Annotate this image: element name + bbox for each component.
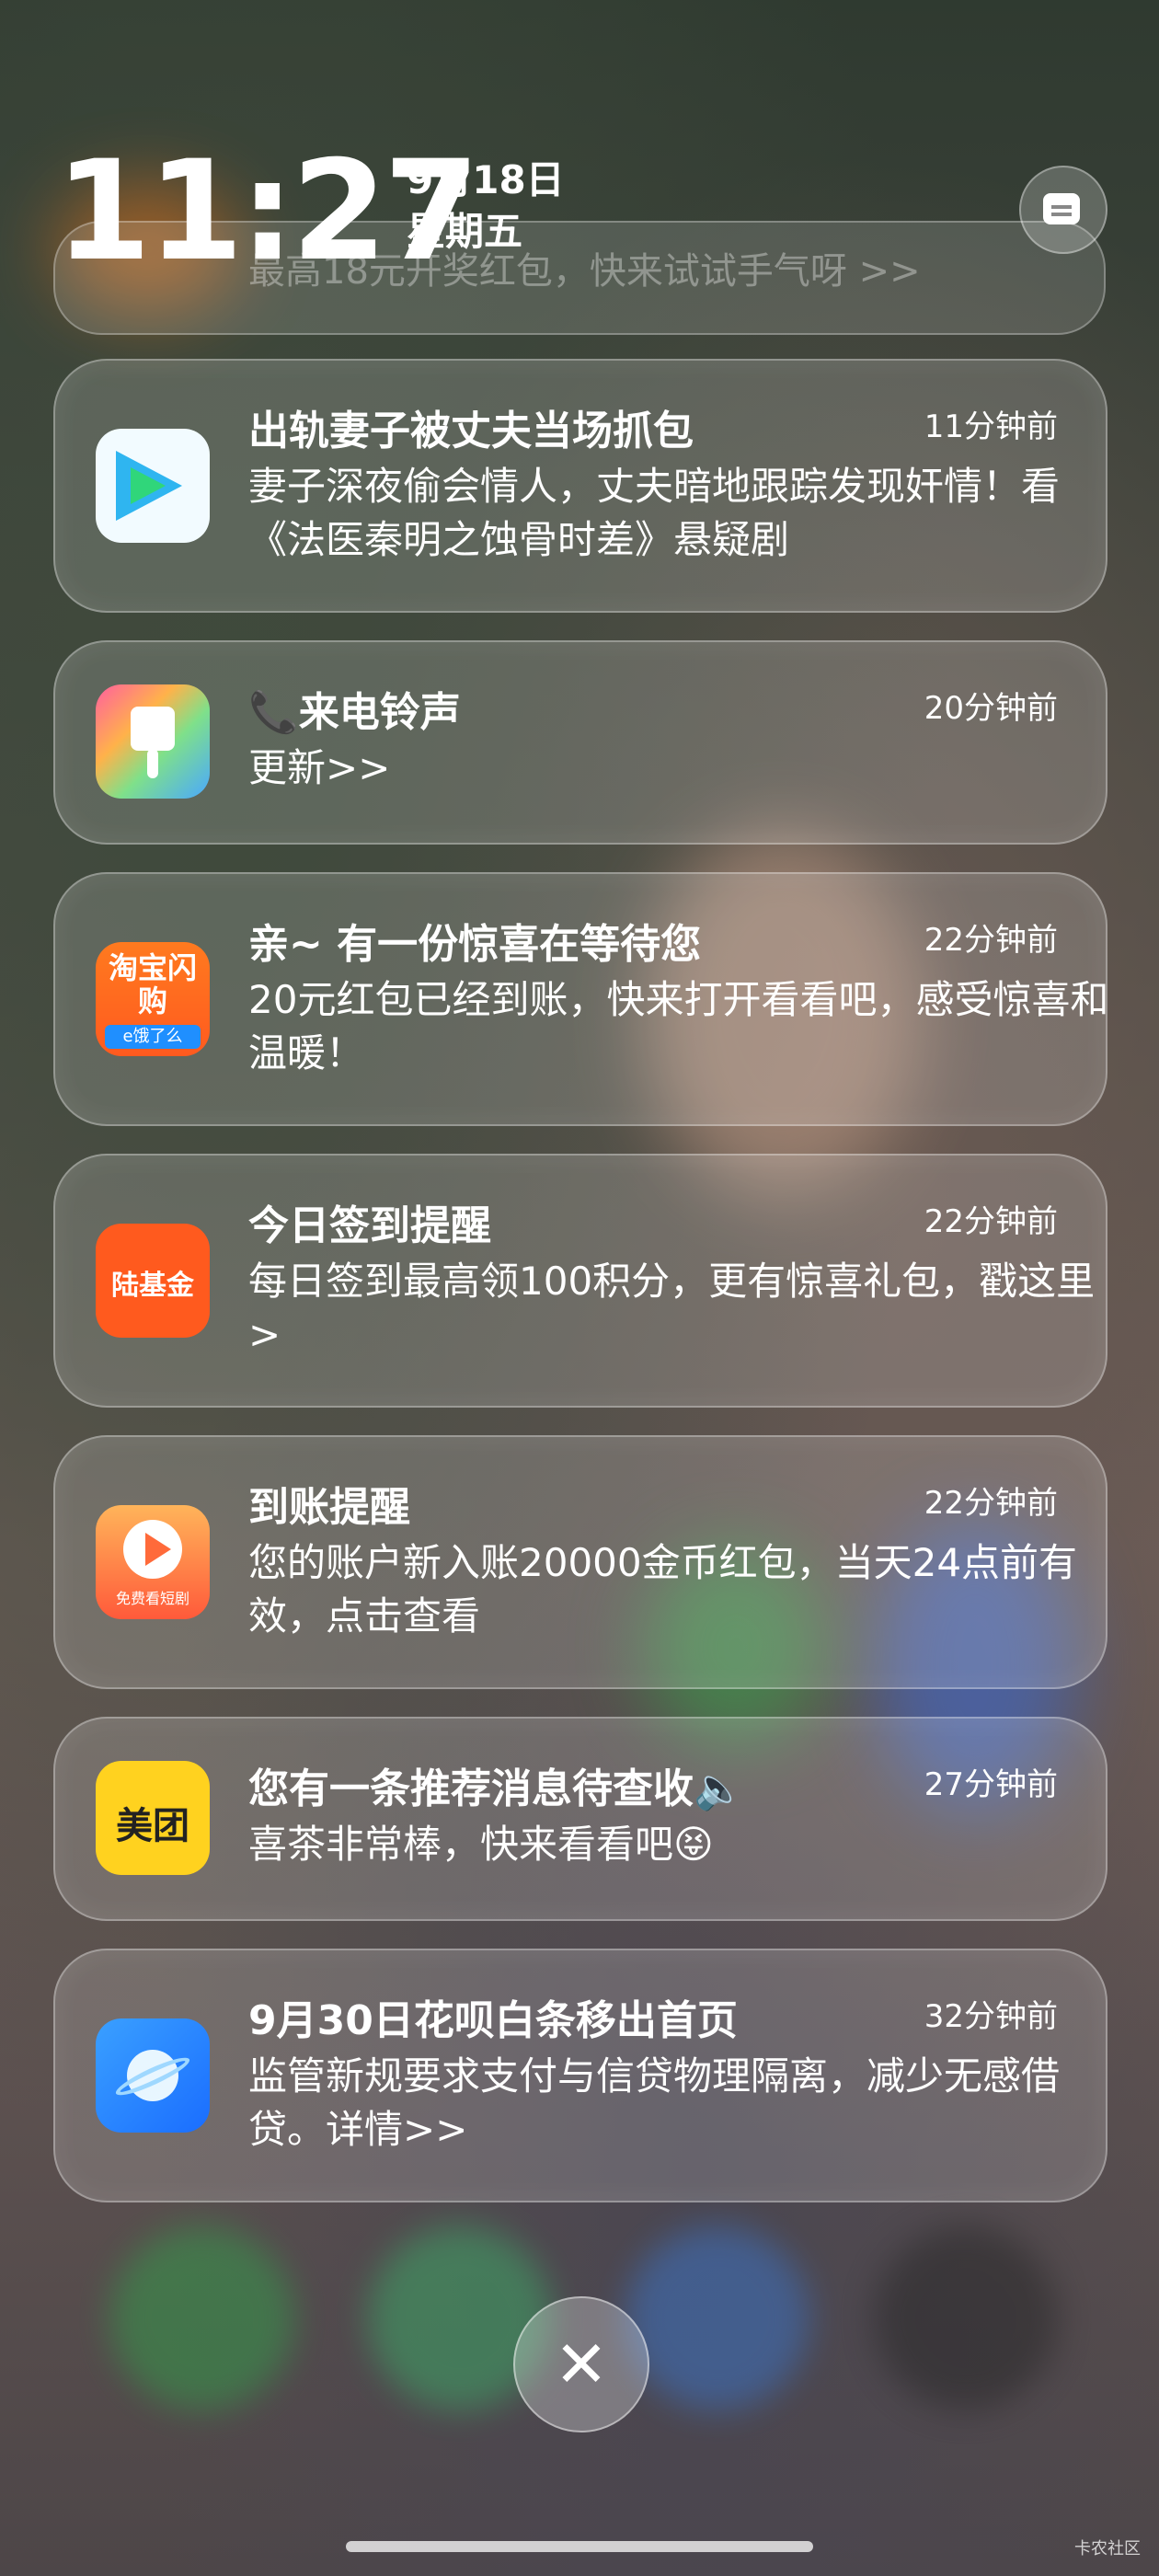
dock-app-blur <box>874 2226 1058 2410</box>
clock-date: 9月18日 <box>407 157 565 202</box>
notification-card[interactable]: 美团 您有一条推荐消息待查收🔈 27分钟前 喜茶非常棒，快来看看吧😝 <box>53 1717 1107 1921</box>
browser-icon <box>96 2018 210 2133</box>
dock-app-blur <box>110 2226 294 2410</box>
notification-title: 今日签到提醒 <box>248 1202 491 1249</box>
notification-card[interactable]: 出轨妻子被丈夫当场抓包 11分钟前 妻子深夜偷会情人，丈夫暗地跟踪发现奸情！看《… <box>53 359 1107 613</box>
icon-label: 美团 <box>116 1805 189 1847</box>
play-inner-icon <box>131 467 166 504</box>
notification-view-toggle-button[interactable] <box>1019 166 1107 254</box>
close-icon: ✕ <box>554 2327 609 2402</box>
notification-body: 20元红包已经到账，快来打开看看吧，感受惊喜和温暖！ <box>248 977 1109 1075</box>
icon-label: 淘宝闪购 <box>108 950 197 1018</box>
tencent-video-icon <box>96 429 210 543</box>
icon-label: 陆基金 <box>111 1270 194 1302</box>
notification-time: 11分钟前 <box>924 408 1058 445</box>
notification-time: 27分钟前 <box>924 1766 1058 1803</box>
play-icon <box>145 1533 171 1566</box>
notification-title: 出轨妻子被丈夫当场抓包 <box>248 408 694 454</box>
notification-body: 监管新规要求支付与信贷物理隔离，减少无感借贷。详情>> <box>248 2053 1061 2152</box>
notification-time: 22分钟前 <box>924 1485 1058 1522</box>
icon-sublabel: e饿了么 <box>105 1025 201 1049</box>
notification-card[interactable]: 免费看短剧 到账提醒 22分钟前 您的账户新入账20000金币红包，当天24点前… <box>53 1435 1107 1689</box>
collapse-icon <box>1043 193 1080 224</box>
notification-card[interactable]: 📞来电铃声 20分钟前 更新>> <box>53 640 1107 845</box>
taobao-flash-icon: 淘宝闪购 e饿了么 <box>96 942 210 1056</box>
free-drama-icon: 免费看短剧 <box>96 1505 210 1619</box>
notification-time: 22分钟前 <box>924 922 1058 959</box>
notification-title: 到账提醒 <box>248 1484 410 1531</box>
ringtone-icon <box>96 684 210 799</box>
notification-title: 9月30日花呗白条移出首页 <box>248 1997 738 2044</box>
lockscreen-clock: 11:27 9月18日 星期五 <box>55 143 1067 281</box>
notification-body: 妻子深夜偷会情人，丈夫暗地跟踪发现奸情！看《法医秦明之蚀骨时差》悬疑剧 <box>248 464 1061 562</box>
notification-card[interactable]: 陆基金 今日签到提醒 22分钟前 每日签到最高领100积分，更有惊喜礼包，戳这里… <box>53 1154 1107 1408</box>
icon-sublabel: 免费看短剧 <box>115 1590 189 1607</box>
notification-time: 20分钟前 <box>924 690 1058 727</box>
lufax-icon: 陆基金 <box>96 1224 210 1338</box>
clear-notifications-button[interactable]: ✕ <box>513 2296 649 2432</box>
notification-title: 📞来电铃声 <box>248 689 461 736</box>
notification-body: 更新>> <box>248 745 391 790</box>
home-indicator[interactable] <box>346 2541 813 2552</box>
meituan-icon: 美团 <box>96 1761 210 1875</box>
notification-title: 您有一条推荐消息待查收🔈 <box>248 1765 744 1812</box>
notification-card[interactable]: 淘宝闪购 e饿了么 亲~ 有一份惊喜在等待您 22分钟前 20元红包已经到账，快… <box>53 872 1108 1126</box>
notification-time: 22分钟前 <box>924 1203 1058 1240</box>
clock-weekday: 星期五 <box>407 209 523 254</box>
watermark: 卡农社区 <box>1074 2539 1141 2559</box>
brush-handle-icon <box>147 749 158 778</box>
notification-card[interactable]: 9月30日花呗白条移出首页 32分钟前 监管新规要求支付与信贷物理隔离，减少无感… <box>53 1949 1107 2202</box>
notification-body: 每日签到最高领100积分，更有惊喜礼包，戳这里> <box>248 1259 1096 1357</box>
brush-head-icon <box>131 707 175 751</box>
dock-app-blur <box>625 2226 809 2410</box>
notification-body: 喜茶非常棒，快来看看吧😝 <box>248 1822 714 1867</box>
notification-title: 亲~ 有一份惊喜在等待您 <box>248 921 702 968</box>
notification-time: 32分钟前 <box>924 1998 1058 2035</box>
notification-body: 您的账户新入账20000金币红包，当天24点前有效，点击查看 <box>248 1540 1078 1639</box>
